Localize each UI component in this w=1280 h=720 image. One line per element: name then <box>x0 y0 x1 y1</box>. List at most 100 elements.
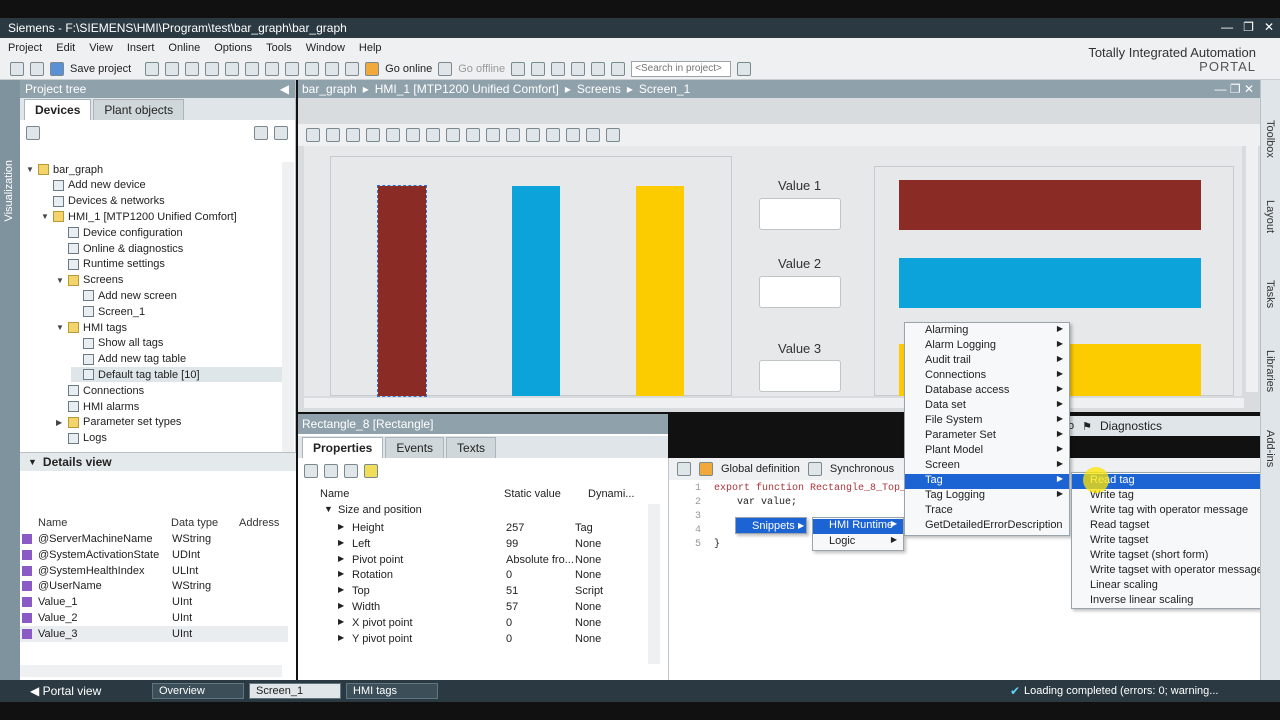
property-dynamization[interactable]: Script <box>575 585 603 597</box>
prop-col-dynamic[interactable]: Dynami... <box>588 488 634 500</box>
format-icon[interactable] <box>306 128 320 142</box>
context-menu-item[interactable]: Data set ▶ <box>905 399 1069 414</box>
tab-texts[interactable]: Texts <box>446 437 497 458</box>
task-card-tasks[interactable]: Tasks <box>1264 280 1276 308</box>
code-line-2[interactable]: var value; <box>737 497 797 508</box>
stop-cpu-icon[interactable] <box>551 61 566 76</box>
tree-item[interactable]: Default tag table [10] <box>71 367 282 383</box>
breadcrumb-project[interactable]: bar_graph <box>302 82 357 96</box>
snippets-menu-item[interactable]: Snippets ▶ <box>735 517 807 534</box>
context-menu-item[interactable]: Tag Logging ▶ <box>905 489 1069 504</box>
editor-vertical-scrollbar[interactable] <box>1246 146 1258 392</box>
editor-horizontal-scrollbar[interactable] <box>304 398 1244 408</box>
tree-item[interactable]: ▶ Parameter set types <box>56 415 181 430</box>
col-address[interactable]: Address <box>239 517 279 529</box>
expand-arrow-icon[interactable]: ▶ <box>338 633 344 642</box>
expand-arrow-icon[interactable]: ▼ <box>26 165 36 174</box>
menu-tools[interactable]: Tools <box>266 42 292 54</box>
global-definition-icon[interactable] <box>699 462 713 476</box>
property-value[interactable]: 0 <box>506 633 512 645</box>
value-3-io-field[interactable] <box>759 360 841 392</box>
property-row[interactable]: ▶ Width 57 None <box>298 599 658 615</box>
expand-arrow-icon[interactable]: ▶ <box>338 617 344 626</box>
property-row[interactable]: ▶ Height 257 Tag <box>298 520 658 536</box>
tag-row[interactable]: @ServerMachineName WString <box>20 531 288 547</box>
context-menu-item[interactable]: Connections ▶ <box>905 369 1069 384</box>
expand-arrow-icon[interactable]: ▼ <box>41 212 51 221</box>
expand-arrow-icon[interactable]: ▼ <box>56 276 66 285</box>
breadcrumb-screen1[interactable]: Screen_1 <box>639 82 690 96</box>
tab-properties[interactable]: Properties <box>302 437 384 458</box>
tag-row[interactable]: Value_1 UInt <box>20 594 288 610</box>
paste-icon[interactable] <box>205 61 220 76</box>
value-1-io-field[interactable] <box>759 198 841 230</box>
prop-col-name[interactable]: Name <box>320 488 349 500</box>
size-position-group[interactable]: Size and position <box>338 504 422 516</box>
bring-front-icon[interactable] <box>546 128 560 142</box>
maximize-icon[interactable]: ❐ <box>1243 20 1254 34</box>
property-value[interactable]: 57 <box>506 601 518 613</box>
tree-scrollbar[interactable] <box>282 162 294 452</box>
tag-menu-item[interactable]: Write tagset with operator message <box>1072 564 1266 579</box>
same-width-icon[interactable] <box>506 128 520 142</box>
context-menu-item[interactable]: Plant Model ▶ <box>905 444 1069 459</box>
undo-icon[interactable] <box>245 61 260 76</box>
property-dynamization[interactable]: None <box>575 633 601 645</box>
property-value[interactable]: 99 <box>506 538 518 550</box>
new-project-icon[interactable] <box>10 61 24 76</box>
go-online-icon[interactable] <box>365 61 380 76</box>
property-row[interactable]: ▶ Y pivot point 0 None <box>298 631 658 647</box>
property-row[interactable]: ▶ Rotation 0 None <box>298 567 658 583</box>
screen-canvas[interactable]: Value 1 Value 2 Value 3 <box>304 146 1242 397</box>
tree-item[interactable]: Runtime settings <box>56 257 165 272</box>
expand-arrow-icon[interactable]: ▶ <box>338 601 344 610</box>
search-in-project-input[interactable] <box>631 60 732 77</box>
menu-insert[interactable]: Insert <box>127 42 155 54</box>
close-icon[interactable]: ✕ <box>1264 20 1274 34</box>
tree-item[interactable]: ▼ HMI_1 [MTP1200 Unified Comfort] <box>41 209 237 224</box>
tree-settings-icon[interactable] <box>26 126 40 140</box>
context-menu-item[interactable]: File System ▶ <box>905 414 1069 429</box>
script-icon[interactable] <box>677 462 691 476</box>
menu-hmi-runtime[interactable]: HMI Runtime ▶ <box>813 519 903 534</box>
tree-item[interactable]: Logs <box>56 431 107 446</box>
group-view-icon[interactable] <box>324 464 338 478</box>
split-vertical-icon[interactable] <box>611 61 626 76</box>
tab-plant-objects[interactable]: Plant objects <box>93 99 185 120</box>
task-card-layout[interactable]: Layout <box>1264 200 1276 233</box>
go-online-button[interactable]: Go online <box>385 63 432 75</box>
context-menu-item[interactable]: Parameter Set ▶ <box>905 429 1069 444</box>
property-row[interactable]: ▶ Top 51 Script <box>298 583 658 599</box>
context-menu-item[interactable]: Screen ▶ <box>905 459 1069 474</box>
expand-arrow-icon[interactable]: ▼ <box>56 323 66 332</box>
expand-arrow-icon[interactable]: ▶ <box>338 554 344 563</box>
save-icon[interactable] <box>50 61 64 76</box>
menu-online[interactable]: Online <box>168 42 200 54</box>
tree-item[interactable]: Device configuration <box>56 225 183 240</box>
align-bottom-icon[interactable] <box>466 128 480 142</box>
rectangle-8-red-bar[interactable] <box>377 185 427 397</box>
menu-logic[interactable]: Logic ▶ <box>813 535 903 550</box>
code-line-1[interactable]: export function Rectangle_8_Top_T <box>714 483 912 494</box>
red-horizontal-bar[interactable] <box>899 180 1201 230</box>
tree-item[interactable]: Devices & networks <box>41 194 165 209</box>
breadcrumb-hmi[interactable]: HMI_1 [MTP1200 Unified Comfort] <box>375 82 559 96</box>
context-menu-item[interactable]: Alarm Logging ▶ <box>905 339 1069 354</box>
delete-icon[interactable] <box>225 61 240 76</box>
menu-view[interactable]: View <box>89 42 113 54</box>
property-dynamization[interactable]: None <box>575 601 601 613</box>
list-view-icon[interactable] <box>344 464 358 478</box>
expand-arrow-icon[interactable]: ▶ <box>338 585 344 594</box>
group-icon[interactable] <box>586 128 600 142</box>
tab-events[interactable]: Events <box>385 437 445 458</box>
task-card-toolbox[interactable]: Toolbox <box>1264 120 1276 158</box>
print-icon[interactable] <box>145 61 160 76</box>
tree-item[interactable]: Screen_1 <box>71 304 145 319</box>
context-menu-item[interactable]: Trace <box>905 504 1069 519</box>
context-menu-item[interactable]: Alarming ▶ <box>905 324 1069 339</box>
tree-item[interactable]: Add new tag table <box>71 352 186 367</box>
tab-diagnostics[interactable]: Diagnostics <box>1100 419 1162 433</box>
task-card-add-ins[interactable]: Add-ins <box>1264 430 1276 467</box>
tree-item[interactable]: ▼ bar_graph <box>26 162 103 177</box>
upload-icon[interactable] <box>325 61 340 76</box>
